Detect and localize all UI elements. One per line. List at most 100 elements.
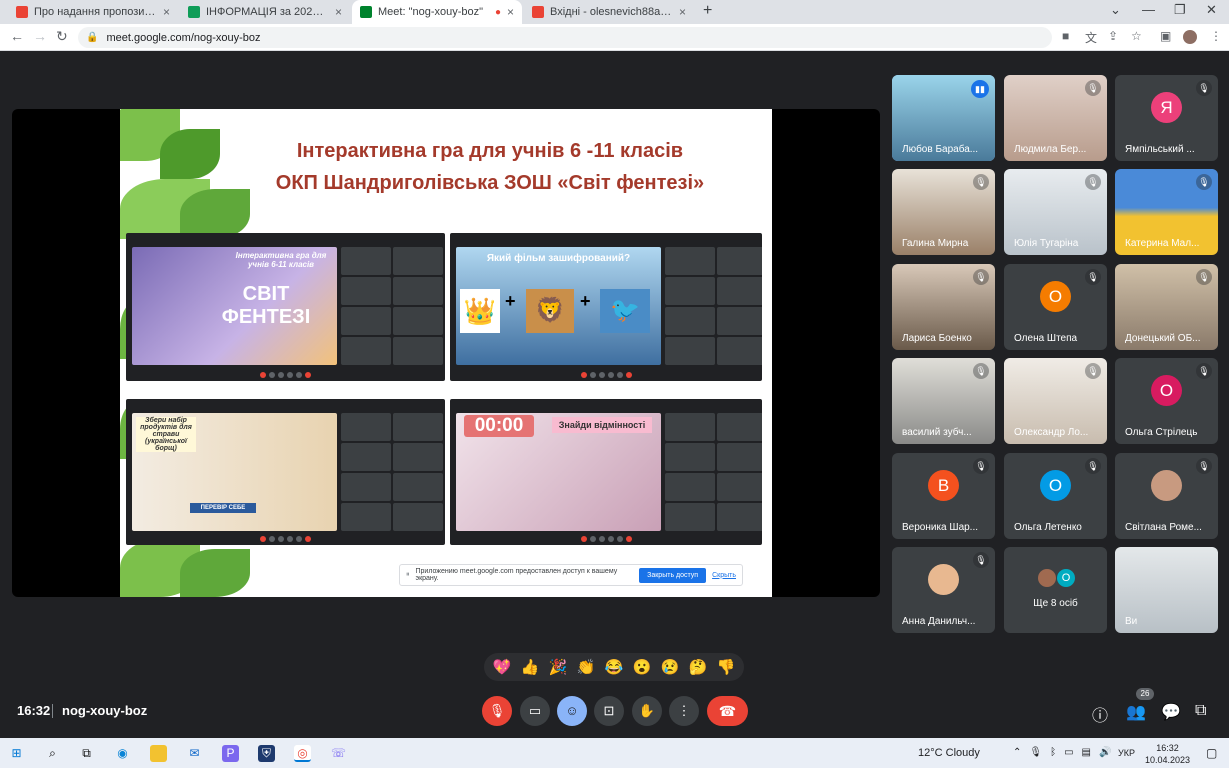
participant-tile[interactable]: 🎙 О Ольга Летенко xyxy=(1004,453,1107,539)
menu-icon[interactable]: ⋮ xyxy=(1210,29,1222,43)
close-tab-icon[interactable]: × xyxy=(507,5,514,19)
bookmark-star-icon[interactable]: ☆ xyxy=(1131,29,1142,43)
mic-toggle-button[interactable]: 🎙 xyxy=(482,696,512,726)
tab-gmail-inbox[interactable]: Вхідні - olesnevich88a@gmail.co × xyxy=(524,0,694,24)
task-view-icon[interactable]: ⧉ xyxy=(78,745,95,762)
slide-title-line1: Інтерактивна гра для учнів 6 -11 класів xyxy=(296,140,684,162)
timer-text: 00:00 xyxy=(464,415,534,437)
participant-name: Олександр Ло... xyxy=(1014,427,1089,438)
weather-widget[interactable]: 12°C Cloudy xyxy=(918,747,980,759)
present-button[interactable]: ⊡ xyxy=(594,696,624,726)
participant-name: Лариса Боенко xyxy=(902,333,972,344)
heart-reaction[interactable]: 💖 xyxy=(493,658,512,676)
participant-tile[interactable]: 🎙 О Олена Штепа xyxy=(1004,264,1107,350)
language-indicator[interactable]: УКР xyxy=(1118,748,1135,758)
tab-meet[interactable]: Meet: "nog-xouy-boz" ● × xyxy=(352,0,522,24)
participant-tile[interactable]: 🎙 Світлана Роме... xyxy=(1115,453,1218,539)
participant-tile[interactable]: ▮▮ Любов Бараба... xyxy=(892,75,995,161)
participant-tile[interactable]: 🎙 Анна Данильч... xyxy=(892,547,995,633)
thumbnail-participants xyxy=(665,247,762,365)
mic-off-icon: 🎙 xyxy=(1085,174,1101,190)
leaf-decoration xyxy=(160,129,220,179)
notifications-icon[interactable]: ▢ xyxy=(1206,746,1217,760)
app-p-icon[interactable]: P xyxy=(222,745,239,762)
profile-avatar[interactable] xyxy=(1183,30,1197,44)
hide-banner-link[interactable]: Скрыть xyxy=(712,572,736,579)
participant-tile[interactable]: 🎙 Олександр Ло... xyxy=(1004,358,1107,444)
participant-tile[interactable]: 🎙 Лариса Боенко xyxy=(892,264,995,350)
crown-icon: 👑 xyxy=(460,289,500,333)
activities-icon[interactable]: ⧉ xyxy=(1195,702,1206,720)
participant-tile[interactable]: 🎙 Юлія Тугаріна xyxy=(1004,169,1107,255)
participant-tile[interactable]: 🎙 василий зубч... xyxy=(892,358,995,444)
search-icon[interactable]: ⌕ xyxy=(44,745,61,762)
sidebar-icon[interactable]: ▣ xyxy=(1160,29,1171,43)
avatar xyxy=(1038,569,1056,587)
url-text: meet.google.com/nog-xouy-boz xyxy=(106,31,261,44)
chevron-up-icon[interactable]: ⌃ xyxy=(1013,747,1021,758)
sad-reaction[interactable]: 😢 xyxy=(661,658,680,676)
reactions-button[interactable]: ☺ xyxy=(557,696,587,726)
close-tab-icon[interactable]: × xyxy=(335,5,342,19)
restore-icon[interactable]: ❐ xyxy=(1174,2,1186,18)
mic-off-icon: 🎙 xyxy=(973,269,989,285)
close-tab-icon[interactable]: × xyxy=(679,5,686,19)
windows-start-icon[interactable]: ⊞ xyxy=(8,745,25,762)
thumbs-up-reaction[interactable]: 👍 xyxy=(521,658,540,676)
tab-search-icon[interactable]: ⌄ xyxy=(1110,2,1121,18)
translate-icon[interactable]: 文 xyxy=(1085,29,1097,46)
reload-icon[interactable]: ↻ xyxy=(56,28,68,45)
laugh-reaction[interactable]: 😂 xyxy=(605,658,624,676)
participant-tile[interactable]: 🎙 Я Ямпільський ... xyxy=(1115,75,1218,161)
camera-icon[interactable]: ■ xyxy=(1062,29,1069,43)
thumbnail-heading: Збери набір продуктів для страви (україн… xyxy=(136,417,196,452)
system-clock[interactable]: 16:32 10.04.2023 xyxy=(1145,742,1190,766)
participant-tile[interactable]: 🎙 Людмила Бер... xyxy=(1004,75,1107,161)
stop-sharing-button[interactable]: Закрыть доступ xyxy=(639,567,707,583)
tab-gmail-proposals[interactable]: Про надання пропозицій 10.04 × xyxy=(8,0,178,24)
thinking-reaction[interactable]: 🤔 xyxy=(689,658,708,676)
raise-hand-button[interactable]: ✋ xyxy=(632,696,662,726)
mail-icon[interactable]: ✉ xyxy=(186,745,203,762)
participant-tile[interactable]: 🎙 Донецький ОБ... xyxy=(1115,264,1218,350)
participant-name: василий зубч... xyxy=(902,427,972,438)
chrome-icon[interactable]: ◎ xyxy=(294,745,311,762)
thumbnail-heading: Який фільм зашифрований? xyxy=(486,253,631,264)
more-options-button[interactable]: ⋮ xyxy=(669,696,699,726)
forward-icon[interactable]: → xyxy=(33,28,47,44)
more-participants-tile[interactable]: О Ще 8 осіб xyxy=(1004,547,1107,633)
participant-tile[interactable]: 🎙 О Ольга Стрілець xyxy=(1115,358,1218,444)
meeting-code: nog-xouy-boz xyxy=(62,703,148,718)
thumbnail-big-title: СВІТ ФЕНТЕЗІ xyxy=(221,283,311,328)
thumbs-down-reaction[interactable]: 👎 xyxy=(717,658,736,676)
back-icon[interactable]: ← xyxy=(10,28,24,44)
participant-tile[interactable]: 🎙 В Вероника Шар... xyxy=(892,453,995,539)
participant-name: Галина Мирна xyxy=(902,238,969,249)
close-tab-icon[interactable]: × xyxy=(163,5,170,19)
thumbnail-participants xyxy=(341,247,443,365)
avatar: О xyxy=(1040,470,1071,501)
camera-toggle-button[interactable]: ▭ xyxy=(520,696,550,726)
party-reaction[interactable]: 🎉 xyxy=(549,658,568,676)
leave-call-button[interactable]: ☎ xyxy=(707,696,748,726)
participant-tile[interactable]: 🎙 Галина Мирна xyxy=(892,169,995,255)
address-bar[interactable]: 🔒 meet.google.com/nog-xouy-boz xyxy=(78,27,1052,48)
surprised-reaction[interactable]: 😮 xyxy=(633,658,652,676)
viber-icon[interactable]: ☏ xyxy=(330,745,347,762)
participant-tile[interactable]: 🎙 Катерина Мал... xyxy=(1115,169,1218,255)
defender-icon[interactable]: ⛨ xyxy=(258,745,275,762)
mic-off-icon: 🎙 xyxy=(973,552,989,568)
leaf-decoration xyxy=(180,549,250,597)
tab-sheets-info[interactable]: ІНФОРМАЦІЯ за 2023 - Google × xyxy=(180,0,350,24)
file-explorer-icon[interactable] xyxy=(150,745,167,762)
self-tile[interactable]: Ви xyxy=(1115,547,1218,633)
minimize-icon[interactable]: — xyxy=(1142,2,1155,17)
clap-reaction[interactable]: 👏 xyxy=(577,658,596,676)
people-icon[interactable]: 👥 xyxy=(1126,702,1146,722)
close-window-icon[interactable]: ✕ xyxy=(1206,2,1217,18)
share-icon[interactable]: ⇪ xyxy=(1108,29,1118,43)
new-tab-button[interactable]: + xyxy=(703,2,712,20)
chat-icon[interactable]: 💬 xyxy=(1161,702,1181,722)
info-icon[interactable]: ⓘ xyxy=(1092,702,1108,726)
edge-icon[interactable]: ◉ xyxy=(114,745,131,762)
